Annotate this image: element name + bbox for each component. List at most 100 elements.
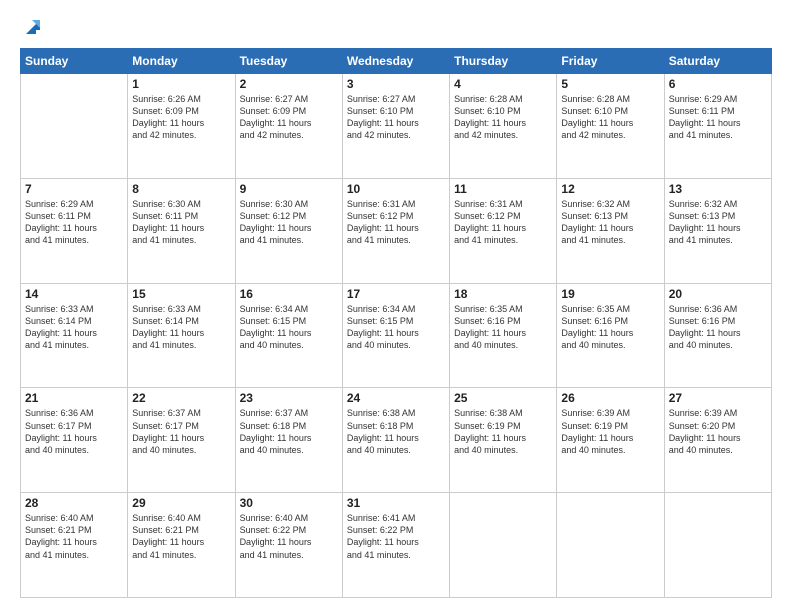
calendar-cell: 8 Sunrise: 6:30 AM Sunset: 6:11 PM Daylig… (128, 178, 235, 283)
weekday-header-cell: Tuesday (235, 49, 342, 74)
calendar-cell: 15Sunrise: 6:33 AM Sunset: 6:14 PM Dayli… (128, 283, 235, 388)
logo (20, 18, 44, 38)
cell-info: Sunrise: 6:38 AM Sunset: 6:19 PM Dayligh… (454, 407, 552, 456)
day-number: 11 (454, 182, 552, 196)
day-number: 7 (25, 182, 123, 196)
calendar-cell: 23Sunrise: 6:37 AM Sunset: 6:18 PM Dayli… (235, 388, 342, 493)
day-number: 9 (240, 182, 338, 196)
day-number: 30 (240, 496, 338, 510)
cell-info: Sunrise: 6:37 AM Sunset: 6:17 PM Dayligh… (132, 407, 230, 456)
cell-info: Sunrise: 6:39 AM Sunset: 6:20 PM Dayligh… (669, 407, 767, 456)
calendar-cell: 9 Sunrise: 6:30 AM Sunset: 6:12 PM Daylig… (235, 178, 342, 283)
calendar-cell: 29 Sunrise: 6:40 AM Sunset: 6:21 PM Dayli… (128, 493, 235, 598)
cell-info: Sunrise: 6:40 AM Sunset: 6:21 PM Dayligh… (132, 512, 230, 561)
calendar-cell: 28 Sunrise: 6:40 AM Sunset: 6:21 PM Dayli… (21, 493, 128, 598)
day-number: 21 (25, 391, 123, 405)
cell-info: Sunrise: 6:38 AM Sunset: 6:18 PM Dayligh… (347, 407, 445, 456)
calendar-cell: 25Sunrise: 6:38 AM Sunset: 6:19 PM Dayli… (450, 388, 557, 493)
cell-info: Sunrise: 6:41 AM Sunset: 6:22 PM Dayligh… (347, 512, 445, 561)
cell-info: Sunrise: 6:29 AM Sunset: 6:11 PM Dayligh… (669, 93, 767, 142)
calendar-cell: 2 Sunrise: 6:27 AM Sunset: 6:09 PM Daylig… (235, 74, 342, 179)
cell-info: Sunrise: 6:39 AM Sunset: 6:19 PM Dayligh… (561, 407, 659, 456)
calendar-cell: 20 Sunrise: 6:36 AM Sunset: 6:16 PM Dayli… (664, 283, 771, 388)
day-number: 12 (561, 182, 659, 196)
calendar-cell (21, 74, 128, 179)
cell-info: Sunrise: 6:28 AM Sunset: 6:10 PM Dayligh… (454, 93, 552, 142)
cell-info: Sunrise: 6:27 AM Sunset: 6:09 PM Dayligh… (240, 93, 338, 142)
cell-info: Sunrise: 6:26 AM Sunset: 6:09 PM Dayligh… (132, 93, 230, 142)
cell-info: Sunrise: 6:30 AM Sunset: 6:11 PM Dayligh… (132, 198, 230, 247)
weekday-header-cell: Friday (557, 49, 664, 74)
day-number: 24 (347, 391, 445, 405)
calendar-cell: 14 Sunrise: 6:33 AM Sunset: 6:14 PM Dayli… (21, 283, 128, 388)
cell-info: Sunrise: 6:36 AM Sunset: 6:17 PM Dayligh… (25, 407, 123, 456)
cell-info: Sunrise: 6:35 AM Sunset: 6:16 PM Dayligh… (454, 303, 552, 352)
day-number: 1 (132, 77, 230, 91)
cell-info: Sunrise: 6:35 AM Sunset: 6:16 PM Dayligh… (561, 303, 659, 352)
day-number: 5 (561, 77, 659, 91)
day-number: 4 (454, 77, 552, 91)
cell-info: Sunrise: 6:33 AM Sunset: 6:14 PM Dayligh… (25, 303, 123, 352)
calendar-cell: 16 Sunrise: 6:34 AM Sunset: 6:15 PM Dayli… (235, 283, 342, 388)
cell-info: Sunrise: 6:27 AM Sunset: 6:10 PM Dayligh… (347, 93, 445, 142)
calendar-week-row: 1 Sunrise: 6:26 AM Sunset: 6:09 PM Daylig… (21, 74, 772, 179)
day-number: 19 (561, 287, 659, 301)
cell-info: Sunrise: 6:34 AM Sunset: 6:15 PM Dayligh… (240, 303, 338, 352)
calendar-week-row: 21 Sunrise: 6:36 AM Sunset: 6:17 PM Dayli… (21, 388, 772, 493)
day-number: 2 (240, 77, 338, 91)
day-number: 27 (669, 391, 767, 405)
cell-info: Sunrise: 6:36 AM Sunset: 6:16 PM Dayligh… (669, 303, 767, 352)
calendar-week-row: 28 Sunrise: 6:40 AM Sunset: 6:21 PM Dayli… (21, 493, 772, 598)
calendar-cell: 12 Sunrise: 6:32 AM Sunset: 6:13 PM Dayli… (557, 178, 664, 283)
day-number: 28 (25, 496, 123, 510)
day-number: 29 (132, 496, 230, 510)
cell-info: Sunrise: 6:28 AM Sunset: 6:10 PM Dayligh… (561, 93, 659, 142)
calendar-cell: 7Sunrise: 6:29 AM Sunset: 6:11 PM Daylig… (21, 178, 128, 283)
cell-info: Sunrise: 6:37 AM Sunset: 6:18 PM Dayligh… (240, 407, 338, 456)
calendar-cell: 26 Sunrise: 6:39 AM Sunset: 6:19 PM Dayli… (557, 388, 664, 493)
weekday-header-cell: Monday (128, 49, 235, 74)
calendar-cell: 13Sunrise: 6:32 AM Sunset: 6:13 PM Dayli… (664, 178, 771, 283)
day-number: 8 (132, 182, 230, 196)
header (20, 18, 772, 38)
day-number: 14 (25, 287, 123, 301)
calendar-cell (450, 493, 557, 598)
calendar-table: SundayMondayTuesdayWednesdayThursdayFrid… (20, 48, 772, 598)
calendar-cell: 5 Sunrise: 6:28 AM Sunset: 6:10 PM Daylig… (557, 74, 664, 179)
day-number: 20 (669, 287, 767, 301)
calendar-cell: 11 Sunrise: 6:31 AM Sunset: 6:12 PM Dayli… (450, 178, 557, 283)
cell-info: Sunrise: 6:31 AM Sunset: 6:12 PM Dayligh… (347, 198, 445, 247)
calendar-cell: 21 Sunrise: 6:36 AM Sunset: 6:17 PM Dayli… (21, 388, 128, 493)
cell-info: Sunrise: 6:30 AM Sunset: 6:12 PM Dayligh… (240, 198, 338, 247)
calendar-cell (664, 493, 771, 598)
page: SundayMondayTuesdayWednesdayThursdayFrid… (0, 0, 792, 612)
cell-info: Sunrise: 6:31 AM Sunset: 6:12 PM Dayligh… (454, 198, 552, 247)
calendar-cell: 18 Sunrise: 6:35 AM Sunset: 6:16 PM Dayli… (450, 283, 557, 388)
cell-info: Sunrise: 6:40 AM Sunset: 6:21 PM Dayligh… (25, 512, 123, 561)
calendar-cell: 17Sunrise: 6:34 AM Sunset: 6:15 PM Dayli… (342, 283, 449, 388)
calendar-week-row: 7Sunrise: 6:29 AM Sunset: 6:11 PM Daylig… (21, 178, 772, 283)
calendar-cell: 10 Sunrise: 6:31 AM Sunset: 6:12 PM Dayli… (342, 178, 449, 283)
day-number: 15 (132, 287, 230, 301)
calendar-cell: 24 Sunrise: 6:38 AM Sunset: 6:18 PM Dayli… (342, 388, 449, 493)
cell-info: Sunrise: 6:40 AM Sunset: 6:22 PM Dayligh… (240, 512, 338, 561)
day-number: 22 (132, 391, 230, 405)
calendar-cell: 19 Sunrise: 6:35 AM Sunset: 6:16 PM Dayli… (557, 283, 664, 388)
day-number: 10 (347, 182, 445, 196)
calendar-cell: 1 Sunrise: 6:26 AM Sunset: 6:09 PM Daylig… (128, 74, 235, 179)
day-number: 3 (347, 77, 445, 91)
calendar-cell: 27 Sunrise: 6:39 AM Sunset: 6:20 PM Dayli… (664, 388, 771, 493)
cell-info: Sunrise: 6:32 AM Sunset: 6:13 PM Dayligh… (669, 198, 767, 247)
day-number: 6 (669, 77, 767, 91)
cell-info: Sunrise: 6:32 AM Sunset: 6:13 PM Dayligh… (561, 198, 659, 247)
calendar-cell: 4 Sunrise: 6:28 AM Sunset: 6:10 PM Daylig… (450, 74, 557, 179)
day-number: 26 (561, 391, 659, 405)
day-number: 31 (347, 496, 445, 510)
day-number: 16 (240, 287, 338, 301)
day-number: 18 (454, 287, 552, 301)
weekday-header-cell: Saturday (664, 49, 771, 74)
calendar-cell: 30 Sunrise: 6:40 AM Sunset: 6:22 PM Dayli… (235, 493, 342, 598)
weekday-header-cell: Thursday (450, 49, 557, 74)
calendar-cell: 22 Sunrise: 6:37 AM Sunset: 6:17 PM Dayli… (128, 388, 235, 493)
cell-info: Sunrise: 6:34 AM Sunset: 6:15 PM Dayligh… (347, 303, 445, 352)
